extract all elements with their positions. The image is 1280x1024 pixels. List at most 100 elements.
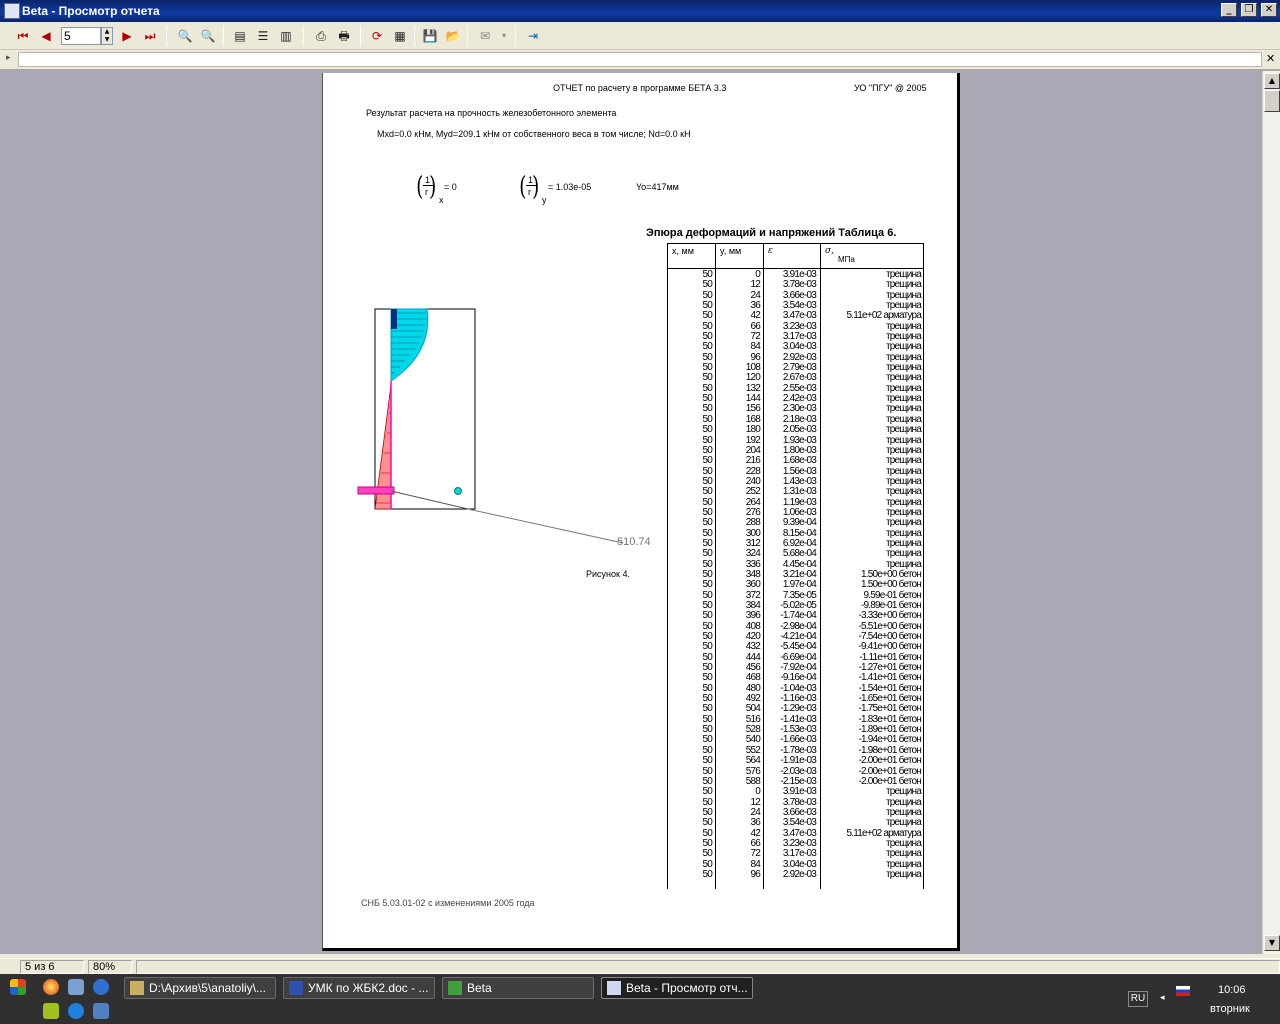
lang-arrow-icon[interactable]: ◂ (1160, 992, 1165, 1003)
cell-sigma: трещина (885, 424, 922, 436)
one-page-icon[interactable]: ▤ (231, 27, 249, 45)
curv-x-value: = 0 (444, 182, 457, 192)
report-footer: СНБ 5.03.01-02 с изменениями 2005 года (361, 898, 535, 908)
cell-eps: 2.92e-03 (782, 868, 817, 880)
cell-y: 216 (745, 455, 761, 467)
cell-x: 50 (702, 848, 712, 860)
zoom-out-icon[interactable]: 🔍 (199, 27, 217, 45)
cell-y: 588 (745, 775, 761, 787)
col-y-header: y, мм (720, 246, 742, 256)
send-icon[interactable]: ✉ (476, 27, 494, 45)
dropdown-arrow-icon[interactable]: ▾ (495, 27, 513, 45)
vertical-scrollbar[interactable]: ▲ ▼ (1262, 71, 1280, 954)
clock-time[interactable]: 10:06 (1218, 984, 1246, 996)
task-beta[interactable]: Beta (442, 977, 594, 999)
page-info: 5 из 6 (20, 960, 84, 974)
cell-x: 50 (702, 755, 712, 767)
save-icon[interactable]: 💾 (421, 27, 439, 45)
prev-page-icon[interactable]: ◀ (37, 27, 55, 45)
minimize-button[interactable]: _ (1221, 3, 1237, 17)
cell-sigma: трещина (885, 868, 922, 880)
cell-sigma: -2.00e+01 бетон (858, 765, 922, 777)
desktop-icon[interactable] (93, 1003, 109, 1019)
scroll-up-icon[interactable]: ▲ (1264, 73, 1280, 89)
preview-area: ОТЧЕТ по расчету в программе БЕТА 3.3 УО… (0, 71, 1262, 954)
language-indicator[interactable]: RU (1128, 991, 1148, 1007)
cell-x: 50 (702, 610, 712, 622)
next-page-icon[interactable]: ▶ (118, 27, 136, 45)
first-page-icon[interactable]: ⏮ (14, 27, 32, 45)
cell-sigma: -1.75e+01 бетон (858, 703, 922, 715)
table-row: 50 36 3.54e-03 трещина (668, 817, 923, 829)
scroll-thumb[interactable] (1264, 90, 1280, 112)
cell-y: 180 (745, 424, 761, 436)
results-table: x, мм y, мм ε σ, МПа 50 0 3.91e-03 трещина 5… (667, 243, 924, 889)
app-icon (4, 3, 20, 19)
cell-y: 468 (745, 672, 761, 684)
cell-eps: 3.17e-03 (782, 848, 817, 860)
cell-x: 50 (702, 641, 712, 653)
browser-icon[interactable] (43, 979, 59, 995)
print-icon[interactable]: 🖶 (335, 27, 353, 45)
search-input[interactable] (18, 52, 1262, 67)
cell-sigma: трещина (885, 372, 922, 384)
page-number-input[interactable]: 5 (61, 27, 101, 45)
cell-sigma: -1.94e+01 бетон (858, 734, 922, 746)
report-header: ОТЧЕТ по расчету в программе БЕТА 3.3 (553, 83, 727, 93)
cell-eps: 3.04e-03 (782, 341, 817, 353)
export-icon[interactable]: ▦ (391, 27, 409, 45)
page-spinner[interactable]: ▲ ▼ (101, 27, 113, 45)
task-word[interactable]: УМК по ЖБК2.doc - ... (283, 977, 435, 999)
cell-sigma: трещина (885, 786, 922, 798)
app-icon-2[interactable] (43, 1003, 59, 1019)
cell-x: 50 (702, 765, 712, 777)
zoom-level: 80% (88, 960, 132, 974)
cell-x: 50 (702, 703, 712, 715)
task-explorer[interactable]: D:\Архив\5\anatoliy\... (124, 977, 276, 999)
curv-y-sub: y (542, 195, 547, 205)
table-body: 50 0 3.91e-03 трещина 50 12 3.78e-03 трещина 50 2… (668, 270, 923, 880)
cell-sigma: -2.00e+01 бетон (858, 755, 922, 767)
cell-x: 50 (702, 548, 712, 560)
close-button[interactable]: ✕ (1261, 3, 1277, 17)
tools-icon[interactable] (68, 979, 84, 995)
cell-eps: 1.68e-03 (782, 455, 817, 467)
task-beta-preview[interactable]: Beta - Просмотр отч... (601, 977, 753, 999)
cell-x: 50 (702, 868, 712, 880)
expand-arrow-icon[interactable]: ▸ (6, 53, 11, 63)
open-icon[interactable]: 📂 (444, 27, 462, 45)
cell-sigma: трещина (885, 341, 922, 353)
close-search-icon[interactable]: ✕ (1266, 52, 1275, 65)
cell-x: 50 (702, 403, 712, 415)
cell-x: 50 (702, 817, 712, 829)
two-pages-icon[interactable]: ☰ (254, 27, 272, 45)
cell-eps: -2.03e-03 (780, 765, 816, 777)
col-x-header: x, мм (672, 246, 694, 256)
col-sigma-header: σ, (825, 246, 835, 256)
last-page-icon[interactable]: ⏭ (141, 27, 159, 45)
window-title: Beta - Просмотр отчета (22, 4, 160, 18)
cell-y: 288 (745, 517, 761, 529)
multi-pages-icon[interactable]: ▥ (277, 27, 295, 45)
cell-x: 50 (702, 372, 712, 384)
frac-num-y: 1 (528, 175, 534, 185)
stress-diagram (357, 308, 624, 544)
cell-y: 36 (750, 817, 760, 829)
media-icon[interactable] (93, 979, 109, 995)
cell-x: 50 (702, 279, 712, 291)
cell-sigma: 1.50e+00 бетон (861, 579, 922, 591)
cell-sigma: трещина (885, 848, 922, 860)
report-line1: Результат расчета на прочность железобет… (366, 108, 617, 118)
cell-eps: 1.97e-04 (782, 579, 817, 591)
start-icon[interactable] (10, 979, 26, 995)
ie-icon[interactable] (68, 1003, 84, 1019)
cell-eps: -9.16e-04 (780, 672, 816, 684)
print-setup-icon[interactable]: ⎙ (312, 27, 330, 45)
maximize-button[interactable]: ❐ (1241, 3, 1257, 17)
zoom-in-icon[interactable]: 🔍 (176, 27, 194, 45)
report-line2: Mxd=0.0 кНм, Myd=209.1 кНм от собственно… (377, 129, 691, 139)
exit-icon[interactable]: ⇥ (524, 27, 542, 45)
refresh-icon[interactable]: ⟳ (368, 27, 386, 45)
col-eps-header: ε (768, 246, 773, 256)
scroll-down-icon[interactable]: ▼ (1264, 935, 1280, 951)
